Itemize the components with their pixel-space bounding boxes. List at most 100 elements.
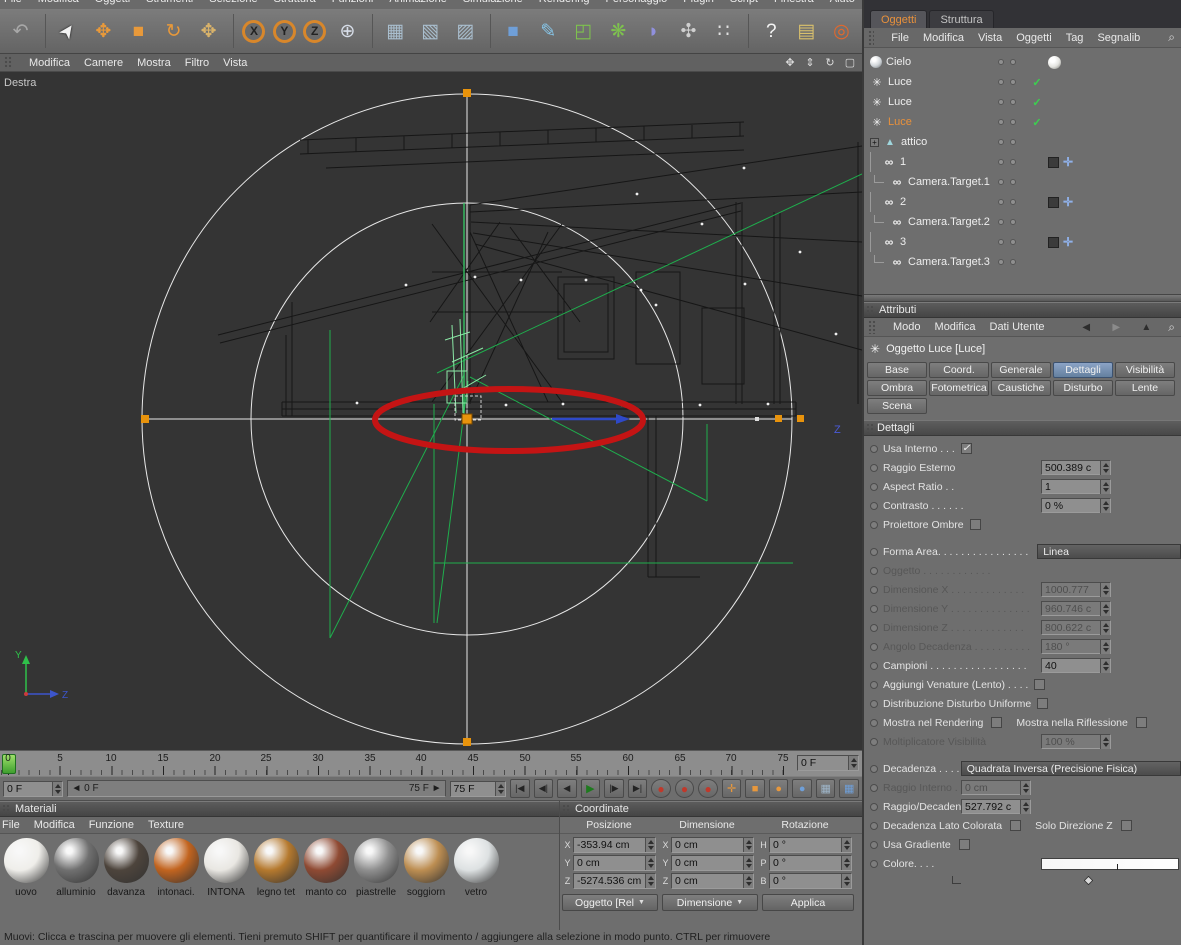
tab-generale[interactable]: Generale: [991, 362, 1051, 378]
aspect-ratio-field[interactable]: 1: [1041, 479, 1111, 494]
gradient-knot-icon[interactable]: [1083, 875, 1094, 885]
anim-dot[interactable]: [870, 501, 878, 510]
object-row-luce-1[interactable]: ✳ Luce ✓: [864, 72, 1181, 92]
layer-toggle-dots[interactable]: [998, 179, 1026, 185]
material-item[interactable]: manto co: [302, 838, 350, 898]
texture-tag-icon[interactable]: [1048, 55, 1061, 69]
enabled-check-icon[interactable]: ✓: [1026, 116, 1048, 129]
materials-menu-modifica[interactable]: Modifica: [34, 819, 75, 831]
tab-visibilita[interactable]: Visibilità: [1115, 362, 1175, 378]
expression-tag-icon[interactable]: [1048, 156, 1059, 168]
tab-coord[interactable]: Coord.: [929, 362, 989, 378]
tab-disturbo[interactable]: Disturbo: [1053, 380, 1113, 396]
decadenza-lato-checkbox[interactable]: [1010, 820, 1022, 831]
tab-caustiche[interactable]: Caustiche: [991, 380, 1051, 396]
om-menu-vista[interactable]: Vista: [978, 32, 1002, 44]
anim-dot[interactable]: [870, 718, 878, 727]
layer-toggle-dots[interactable]: [998, 219, 1026, 225]
help-button[interactable]: ?: [755, 12, 788, 50]
position-z-field[interactable]: -5274.536 cm: [573, 873, 656, 889]
anim-dot[interactable]: [870, 463, 878, 472]
anim-dot[interactable]: [870, 802, 878, 811]
coordinates-manager-button[interactable]: ◎: [825, 12, 858, 50]
material-item[interactable]: INTONA: [202, 838, 250, 898]
mostra-rendering-checkbox[interactable]: [991, 717, 1003, 728]
decadenza-dropdown[interactable]: Quadrata Inversa (Precisione Fisica): [960, 761, 1181, 776]
object-row-camera-target-1[interactable]: ∞ Camera.Target.1: [864, 172, 1181, 192]
rotation-p-field[interactable]: 0 °: [769, 855, 852, 871]
lock-y-button[interactable]: Y: [270, 12, 298, 50]
materials-menu-texture[interactable]: Texture: [148, 819, 184, 831]
stepper[interactable]: [495, 781, 506, 796]
layer-toggle-dots[interactable]: [998, 239, 1026, 245]
contrasto-field[interactable]: 0 %: [1041, 498, 1111, 513]
add-primitive-button[interactable]: ■: [497, 12, 530, 50]
campioni-field[interactable]: 40: [1041, 658, 1111, 673]
dimension-y-field[interactable]: 0 cm: [671, 855, 754, 871]
anim-dot[interactable]: [870, 661, 878, 670]
menu-aiuto[interactable]: Aiuto: [830, 0, 855, 5]
stepper[interactable]: [848, 756, 858, 770]
object-row-attico[interactable]: + ▲ attico: [864, 132, 1181, 152]
play-button[interactable]: ▶: [580, 779, 601, 798]
deformer-button[interactable]: ◗: [637, 12, 670, 50]
object-row-camera-1[interactable]: ∞ 1 ✛: [864, 152, 1181, 172]
layer-toggle-dots[interactable]: [998, 259, 1026, 265]
menu-simulazione[interactable]: Simulazione: [463, 0, 523, 5]
target-tag-icon[interactable]: ✛: [1063, 235, 1073, 249]
usa-gradiente-checkbox[interactable]: [958, 839, 970, 850]
menu-struttura[interactable]: Struttura: [274, 0, 316, 5]
forma-area-dropdown[interactable]: Linea: [1037, 544, 1181, 559]
ruler-frame-field[interactable]: 0 F: [797, 755, 859, 771]
size-mode-dropdown[interactable]: Dimensione ▼: [662, 894, 758, 911]
tab-ombra[interactable]: Ombra: [867, 380, 927, 396]
material-item[interactable]: piastrelle: [352, 838, 400, 898]
viewport-menu-mostra[interactable]: Mostra: [137, 57, 171, 69]
menu-animazione[interactable]: Animazione: [389, 0, 446, 5]
snap-button[interactable]: ∷: [707, 12, 740, 50]
rotation-b-field[interactable]: 0 °: [769, 873, 852, 889]
move-tool-button[interactable]: ✥: [87, 12, 120, 50]
panel-grip[interactable]: [562, 804, 570, 814]
mostra-riflessione-checkbox[interactable]: [1135, 717, 1147, 728]
prev-frame-button[interactable]: ◀: [557, 779, 577, 798]
render-region-button[interactable]: ▧: [414, 12, 447, 50]
object-row-camera-3[interactable]: ∞ 3 ✛: [864, 232, 1181, 252]
menu-finestra[interactable]: Finestra: [774, 0, 814, 5]
coordinates-header[interactable]: Coordinate: [560, 801, 862, 817]
layer-toggle-dots[interactable]: [998, 119, 1026, 125]
search-icon[interactable]: ⌕: [1168, 30, 1181, 45]
current-frame-field[interactable]: 0 F: [3, 780, 64, 797]
browser-button[interactable]: ▤: [790, 12, 823, 50]
frame-range-slider[interactable]: ◄ 0 F 75 F ►: [67, 780, 446, 797]
lock-z-button[interactable]: Z: [301, 12, 329, 50]
end-frame-field[interactable]: 75 F: [449, 780, 507, 797]
section-header-dettagli[interactable]: Dettagli: [864, 420, 1181, 436]
materials-header[interactable]: Materiali: [0, 801, 559, 817]
menu-script[interactable]: Script: [730, 0, 758, 5]
material-item[interactable]: davanza: [102, 838, 150, 898]
rotation-h-field[interactable]: 0 °: [769, 837, 852, 853]
position-x-field[interactable]: -353.94 cm: [573, 837, 656, 853]
panel-grip[interactable]: [868, 320, 876, 334]
om-menu-segnalib[interactable]: Segnalib: [1097, 32, 1140, 44]
om-menu-file[interactable]: File: [891, 32, 909, 44]
anim-dot[interactable]: [870, 680, 878, 689]
tab-scena[interactable]: Scena: [867, 398, 927, 414]
timeline-window-button[interactable]: ▦: [839, 779, 860, 798]
anim-dot[interactable]: [870, 764, 878, 773]
key-rotation-button[interactable]: ●: [768, 779, 789, 798]
raggio-decadenza-field[interactable]: 527.792 c: [961, 799, 1031, 814]
render-settings-button[interactable]: ▨: [449, 12, 482, 50]
anim-dot[interactable]: [870, 699, 878, 708]
parent-up-icon[interactable]: ▲: [1138, 322, 1154, 333]
layer-toggle-dots[interactable]: [998, 199, 1026, 205]
enabled-check-icon[interactable]: ✓: [1026, 96, 1048, 109]
viewport-menu-camere[interactable]: Camere: [84, 57, 123, 69]
axis-tool-button[interactable]: ✣: [672, 12, 705, 50]
object-row-luce-selected[interactable]: ✳ Luce ✓: [864, 112, 1181, 132]
key-scale-button[interactable]: ■: [745, 779, 765, 798]
gradient-expand-icon[interactable]: [952, 876, 961, 884]
render-view-button[interactable]: ▦: [379, 12, 412, 50]
lock-x-button[interactable]: X: [240, 12, 268, 50]
